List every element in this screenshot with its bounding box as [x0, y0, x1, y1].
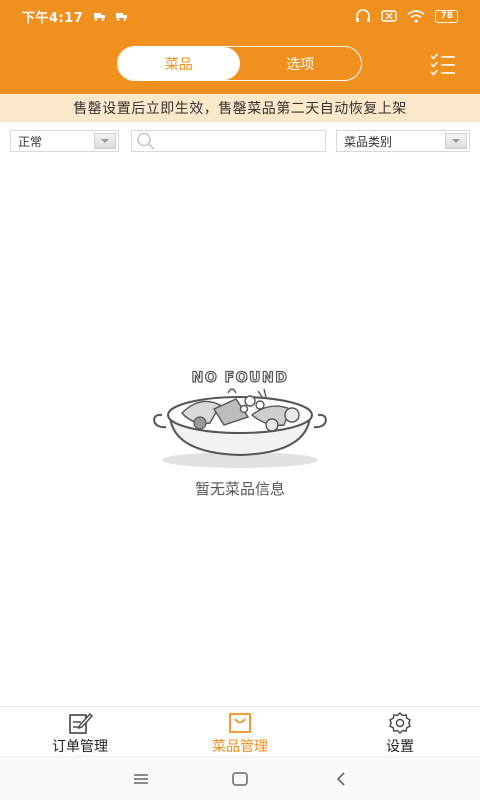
edit-document-icon: [69, 712, 93, 734]
status-bar: 下午4:17 78: [0, 0, 480, 32]
tab-dish-management[interactable]: 菜品管理: [160, 707, 320, 756]
tab-dishes[interactable]: 菜品: [118, 47, 240, 80]
no-found-hotpot-illustration: NO FOUND: [153, 369, 327, 468]
dropdown-arrow-icon: [94, 133, 116, 149]
checklist-menu-icon[interactable]: [428, 50, 458, 78]
category-select[interactable]: 菜品类别: [336, 130, 470, 152]
sim-disabled-icon: [381, 10, 398, 22]
delivery-notification-icon-2: [116, 13, 128, 21]
no-found-badge: NO FOUND: [192, 370, 289, 386]
status-time: 下午4:17: [22, 10, 84, 26]
dropdown-arrow-icon: [445, 133, 467, 149]
tab-order-management-label: 订单管理: [52, 739, 108, 755]
search-box: [131, 130, 326, 152]
notification-icons: [93, 11, 129, 21]
bottom-tab-bar: 订单管理 菜品管理 设置: [0, 706, 480, 756]
tab-settings-label: 设置: [386, 739, 414, 755]
segmented-control: 菜品 选项: [117, 46, 362, 81]
menu-icon[interactable]: [130, 769, 152, 789]
category-select-value: 菜品类别: [344, 134, 393, 149]
gear-icon: [389, 712, 411, 734]
delivery-notification-icon: [94, 13, 106, 21]
home-icon[interactable]: [229, 769, 251, 789]
empty-state: NO FOUND: [140, 365, 340, 474]
tab-settings[interactable]: 设置: [320, 707, 480, 756]
tab-options[interactable]: 选项: [240, 47, 362, 80]
search-input[interactable]: [162, 134, 322, 148]
filter-bar: 正常 菜品类别: [0, 122, 480, 160]
shopping-bag-icon: [229, 713, 251, 733]
status-select-value: 正常: [18, 134, 43, 149]
search-icon: [137, 132, 155, 150]
wifi-icon: [407, 9, 426, 23]
tab-order-management[interactable]: 订单管理: [0, 707, 160, 756]
headphones-icon: [356, 9, 371, 22]
empty-state-message: 暂无菜品信息: [194, 480, 285, 498]
back-icon[interactable]: [330, 769, 352, 789]
status-select[interactable]: 正常: [10, 130, 119, 152]
status-right: 78: [355, 9, 458, 23]
battery-indicator: 78: [435, 9, 458, 23]
tab-dish-management-label: 菜品管理: [212, 739, 268, 755]
app-header: 菜品 选项: [0, 32, 480, 94]
sold-out-notice: 售罄设置后立即生效，售罄菜品第二天自动恢复上架: [0, 94, 480, 122]
system-navigation-bar: [0, 756, 480, 800]
